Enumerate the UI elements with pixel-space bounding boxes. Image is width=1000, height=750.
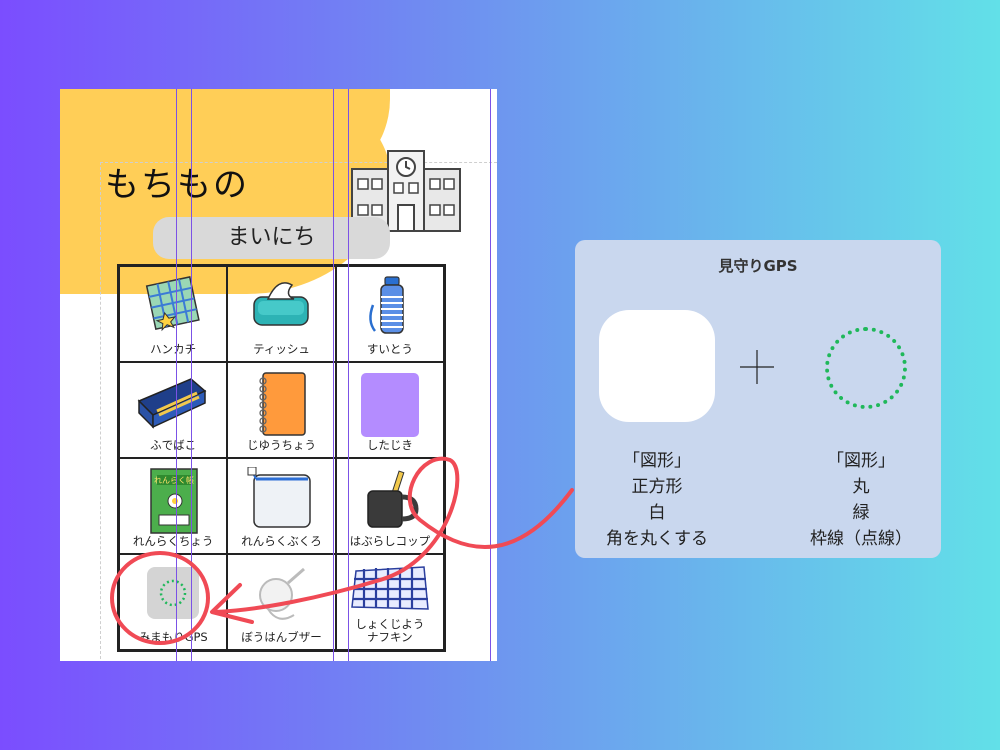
handkerchief-icon (145, 276, 200, 332)
item-cell-tissue[interactable]: ティッシュ (227, 266, 336, 362)
item-cell-contact-book[interactable]: れんらく帳 れんらくちょう (119, 458, 228, 554)
item-cell-napkin[interactable]: しょくじよう ナフキン (335, 554, 444, 650)
left-shape-description: 「図形」 正方形 白 角を丸くする (606, 451, 708, 549)
item-cell-pencil-case[interactable]: ふでばこ (119, 362, 228, 458)
everyday-label[interactable]: まいにち (153, 217, 390, 259)
item-label: すいとう (366, 341, 413, 356)
tissue-icon (253, 282, 310, 326)
notebook-icon (259, 372, 307, 436)
item-label: れんらくぶくろ (241, 533, 322, 548)
item-label: ティッシュ (253, 341, 310, 356)
panel-title: 見守りGPS (718, 257, 798, 275)
item-cell-notebook[interactable]: じゆうちょう (227, 362, 336, 458)
item-label: れんらくちょう (132, 533, 214, 548)
item-cell-contact-bag[interactable]: れんらくぶくろ (227, 458, 336, 554)
item-cell-handkerchief[interactable]: ハンカチ (119, 266, 228, 362)
gps-icon (147, 567, 200, 619)
item-cell-gps[interactable]: みまもりGPS (119, 554, 228, 650)
right-shape-description: 「図形」 丸 緑 枠線（点線） (810, 451, 912, 549)
water-bottle-icon (369, 276, 404, 334)
item-cell-security-buzzer[interactable]: ぼうはんブザー (227, 554, 336, 650)
item-label: みまもりGPS (138, 629, 208, 644)
contact-book-icon: れんらく帳 (150, 468, 198, 534)
napkin-icon (350, 566, 429, 610)
item-cell-water-bottle[interactable]: すいとう (335, 266, 444, 362)
items-table: ハンカチ ティッシュ すいとう ふでばこ じゆうちょう したじき れんらく帳 れ… (117, 264, 446, 652)
svg-text:れんらく帳: れんらく帳 (154, 475, 194, 485)
plus-icon (740, 350, 774, 384)
gps-instruction-panel: 見守りGPS 「図形」 正方形 白 角を丸くする 「図形」 丸 緑 枠線（点線） (575, 240, 941, 558)
item-label: はぶらしコップ (349, 533, 431, 548)
security-buzzer-icon (259, 567, 306, 620)
item-cell-pencil-board[interactable]: したじき (335, 362, 444, 458)
vertical-guide (348, 89, 349, 661)
worksheet-page[interactable]: もちもの まいにち ハンカチ ティッシュ すいとう ふでばこ じゆうちょう した… (60, 89, 497, 661)
item-label: しょくじよう ナフキン (355, 616, 425, 644)
vertical-guide (333, 89, 334, 661)
pencil-board-icon (360, 373, 419, 437)
rounded-square-shape (599, 310, 715, 422)
pencil-case-icon (137, 378, 207, 429)
item-label: ぼうはんブザー (241, 629, 322, 644)
item-label: ふでばこ (150, 437, 197, 452)
item-cell-toothbrush-cup[interactable]: はぶらしコップ (335, 458, 444, 554)
item-label: したじき (366, 437, 413, 452)
vertical-guide (191, 89, 192, 661)
toothbrush-cup-icon (367, 470, 419, 528)
vertical-guide (490, 89, 491, 661)
page-title[interactable]: もちもの (105, 157, 249, 206)
item-label: じゆうちょう (246, 437, 316, 452)
dotted-circle-shape (825, 327, 907, 409)
item-label: ハンカチ (150, 341, 197, 356)
contact-bag-icon (247, 467, 312, 528)
vertical-guide (176, 89, 177, 661)
